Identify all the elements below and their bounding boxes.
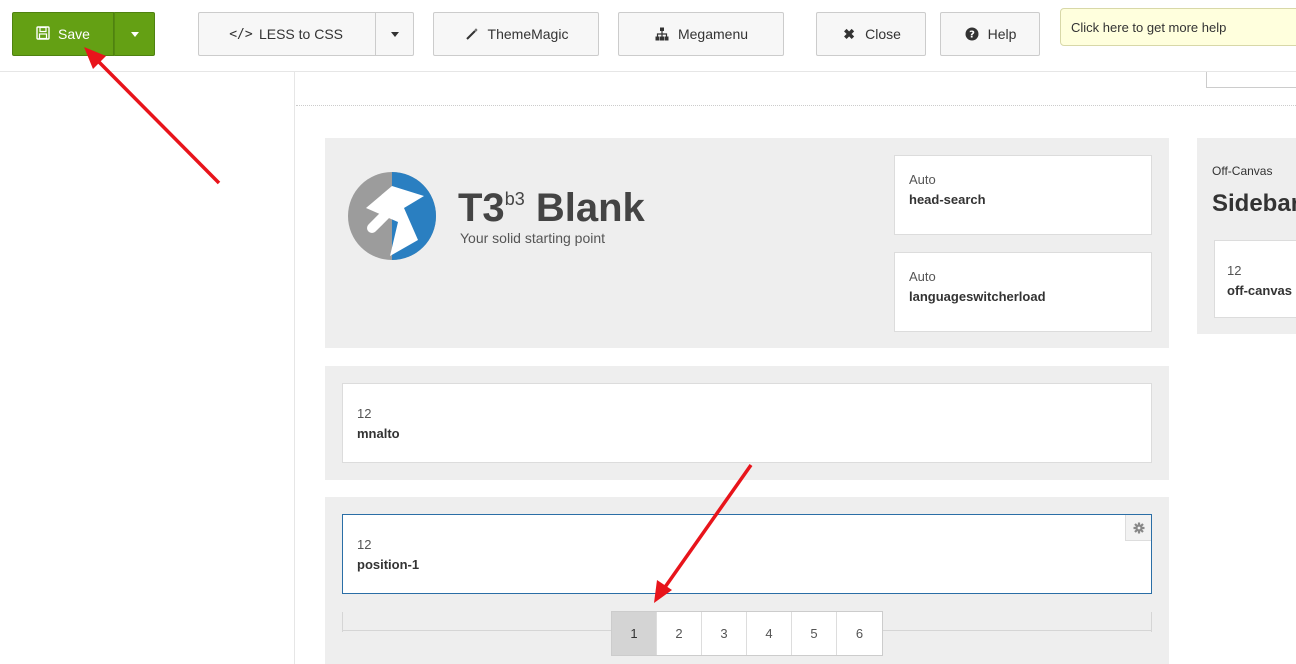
position-name: position-1 <box>357 557 420 572</box>
save-button-group: Save <box>12 12 155 56</box>
logo: T3b3 Blank Your solid starting point <box>346 168 666 264</box>
column-count-1[interactable]: 1 <box>612 612 657 655</box>
position-name: mnalto <box>357 426 400 441</box>
toolbar: Save </> LESS to CSS ThemeMagic Megamenu… <box>0 0 1296 72</box>
thememagic-button[interactable]: ThemeMagic <box>433 12 599 56</box>
position-name: head-search <box>909 192 986 207</box>
help-tooltip-text: Click here to get more help <box>1071 19 1227 35</box>
help-button[interactable]: ? Help <box>940 12 1040 56</box>
logo-title-blank: Blank <box>535 186 645 230</box>
column-count-2[interactable]: 2 <box>657 612 702 655</box>
position-mnalto[interactable]: 12 mnalto <box>342 383 1152 463</box>
column-count-5[interactable]: 5 <box>792 612 837 655</box>
position-size: 12 <box>357 406 372 421</box>
svg-text:?: ? <box>969 30 975 41</box>
position-position-1[interactable]: 12 position-1 <box>342 514 1152 594</box>
sidebar-divider <box>294 72 295 664</box>
column-count-3[interactable]: 3 <box>702 612 747 655</box>
position-size: 12 <box>1227 263 1242 278</box>
less-to-css-label: LESS to CSS <box>258 26 344 42</box>
template-layout-editor: Save </> LESS to CSS ThemeMagic Megamenu… <box>0 0 1296 664</box>
thememagic-label: ThemeMagic <box>487 26 569 42</box>
close-icon: ✖ <box>843 25 855 42</box>
help-tooltip: Click here to get more help <box>1060 8 1296 46</box>
column-count-selector: 1 2 3 4 5 6 <box>611 611 883 656</box>
save-options-dropdown[interactable] <box>114 12 155 56</box>
floppy-disk-icon <box>36 25 50 43</box>
column-count-track-left <box>342 612 343 632</box>
position-name: languageswitcherload <box>909 289 1046 304</box>
offcanvas-label: Off-Canvas <box>1212 164 1273 178</box>
less-to-css-button[interactable]: </> LESS to CSS <box>198 12 376 56</box>
question-circle-icon: ? <box>964 26 980 42</box>
megamenu-button[interactable]: Megamenu <box>618 12 784 56</box>
position-head-search[interactable]: Auto head-search <box>894 155 1152 235</box>
position-size: Auto <box>909 172 936 187</box>
column-count-4[interactable]: 4 <box>747 612 792 655</box>
save-button[interactable]: Save <box>12 12 114 56</box>
logo-title: T3b3 Blank <box>458 186 645 231</box>
caret-down-icon <box>390 31 399 37</box>
column-count-6[interactable]: 6 <box>837 612 882 655</box>
close-label: Close <box>865 26 901 42</box>
logo-title-t3: T3 <box>458 186 505 230</box>
column-count-track-right <box>1151 612 1152 632</box>
position-size: 12 <box>357 537 372 552</box>
code-icon: </> <box>229 26 253 42</box>
gear-icon <box>1133 522 1144 533</box>
megamenu-label: Megamenu <box>677 26 749 42</box>
logo-title-sup: b3 <box>504 189 525 209</box>
sitemap-icon <box>654 26 670 42</box>
less-options-dropdown[interactable] <box>376 12 414 56</box>
logo-tagline: Your solid starting point <box>460 230 606 246</box>
magic-wand-icon <box>464 26 480 42</box>
save-label: Save <box>58 26 90 42</box>
position-size: Auto <box>909 269 936 284</box>
close-button[interactable]: ✖ Close <box>816 12 926 56</box>
position-name: off-canvas <box>1227 283 1293 298</box>
help-label: Help <box>987 26 1017 42</box>
position-off-canvas[interactable]: 12 off-canvas <box>1214 240 1296 318</box>
offcanvas-title: Sidebar <box>1212 190 1296 217</box>
toolbar-secondary-box <box>1206 72 1296 88</box>
less-button-group: </> LESS to CSS <box>198 12 414 56</box>
offcanvas-panel: Off-Canvas Sidebar 12 off-canvas <box>1197 138 1296 334</box>
caret-down-icon <box>130 31 139 37</box>
t3-logo-mark-icon <box>348 172 436 260</box>
content-separator <box>296 105 1296 106</box>
position-languageswitcherload[interactable]: Auto languageswitcherload <box>894 252 1152 332</box>
position-settings-button[interactable] <box>1125 515 1151 541</box>
